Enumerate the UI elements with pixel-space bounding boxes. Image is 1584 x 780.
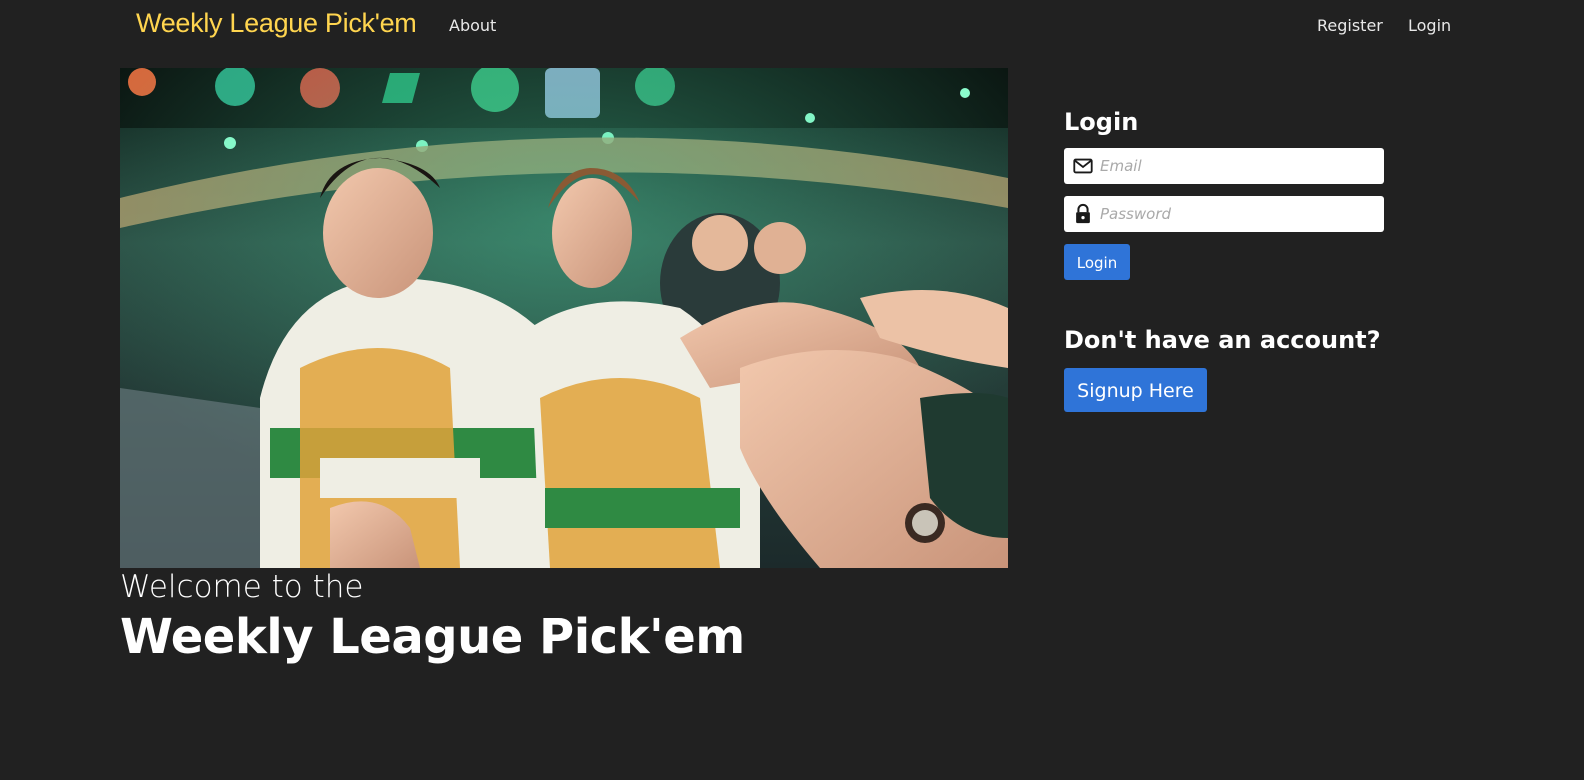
welcome-subtitle: Welcome to the: [120, 569, 364, 605]
brand-link[interactable]: Weekly League Pick'em: [136, 8, 417, 39]
signup-heading: Don't have an account?: [1064, 326, 1381, 354]
hero-image: [120, 68, 1008, 568]
nav-about-link[interactable]: About: [449, 16, 496, 35]
login-submit-button[interactable]: Login: [1064, 244, 1130, 280]
login-heading: Login: [1064, 108, 1139, 136]
email-field-wrapper: [1064, 148, 1384, 184]
mail-icon: [1073, 158, 1093, 174]
nav-login-link[interactable]: Login: [1408, 16, 1451, 35]
password-field-wrapper: [1064, 196, 1384, 232]
welcome-title: Weekly League Pick'em: [120, 609, 745, 665]
signup-button[interactable]: Signup Here: [1064, 368, 1207, 412]
navbar: Weekly League Pick'em About Register Log…: [0, 0, 1584, 52]
email-input[interactable]: [1100, 148, 1376, 184]
nav-register-link[interactable]: Register: [1317, 16, 1383, 35]
lock-icon: [1076, 203, 1090, 224]
password-input[interactable]: [1100, 196, 1376, 232]
